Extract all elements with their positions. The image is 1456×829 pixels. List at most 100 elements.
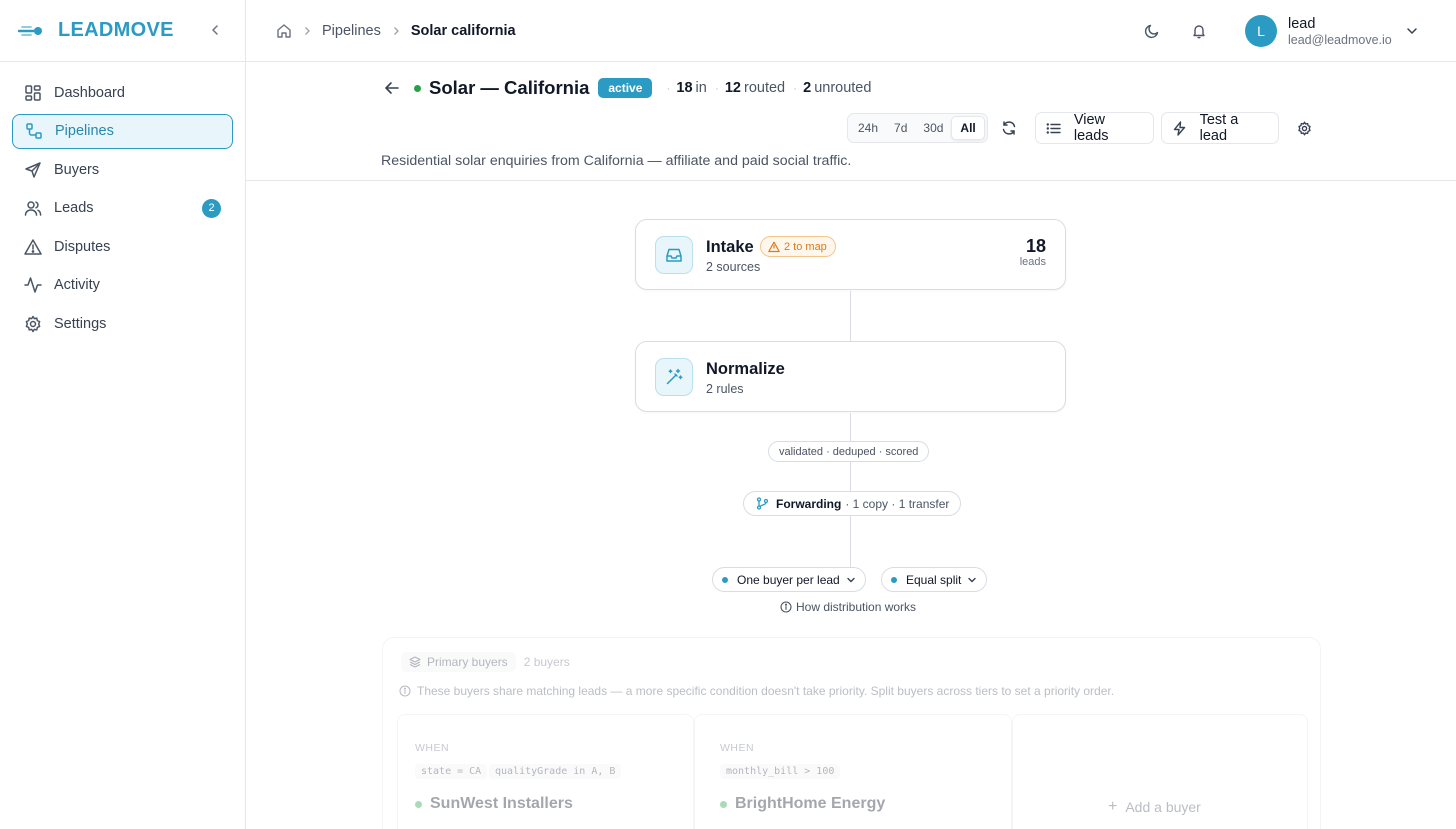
- chevron-right-icon: [302, 26, 312, 36]
- home-icon[interactable]: [276, 23, 292, 39]
- stat-in: 18 in: [676, 80, 706, 96]
- distribution-mode-select[interactable]: One buyer per lead: [712, 567, 866, 592]
- stat-in-label: in: [695, 80, 707, 96]
- user-menu[interactable]: L lead lead@leadmove.io: [1245, 15, 1418, 47]
- connector-line: [850, 413, 851, 442]
- primary-buyers-tag: Primary buyers: [401, 652, 516, 672]
- sidebar-item-activity[interactable]: Activity: [12, 268, 233, 303]
- normalize-node[interactable]: Normalize 2 rules: [635, 341, 1066, 412]
- user-email: lead@leadmove.io: [1288, 32, 1392, 47]
- stat-separator: ·: [714, 81, 719, 95]
- notifications-bell-icon[interactable]: [1188, 20, 1210, 42]
- connector-line: [850, 462, 851, 492]
- sidebar-item-buyers[interactable]: Buyers: [12, 152, 233, 187]
- stat-separator: ·: [666, 81, 671, 95]
- sidebar-item-label: Disputes: [54, 238, 111, 255]
- forwarding-label: Forwarding: [776, 496, 842, 511]
- normalize-subtitle: 2 rules: [706, 382, 744, 396]
- stage-chip: validated · deduped · scored: [768, 441, 930, 462]
- stat-routed: 12 routed: [725, 80, 785, 96]
- sidebar-item-label: Dashboard: [54, 84, 125, 101]
- sidebar-item-pipelines[interactable]: Pipelines: [12, 113, 233, 149]
- back-arrow-icon[interactable]: [382, 78, 402, 98]
- condition-chip: monthly_bill > 100: [720, 764, 841, 779]
- time-range-selector: 24h 7d 30d All: [847, 113, 988, 143]
- buyers-count: 2 buyers: [523, 655, 570, 669]
- inbox-icon: [655, 236, 693, 274]
- sidebar-item-settings[interactable]: Settings: [12, 306, 233, 341]
- brand: LEADMOVE: [0, 0, 245, 62]
- intake-node[interactable]: Intake 2 to map 2 sources 18 leads: [635, 219, 1066, 290]
- forwarding-chip[interactable]: Forwarding · 1 copy · 1 transfer: [743, 491, 962, 516]
- how-distribution-works-link[interactable]: How distribution works: [780, 600, 916, 614]
- sidebar-nav: Dashboard Pipelines Buyers Leads 2 Dispu…: [0, 62, 245, 358]
- pipeline-header: Solar — California active · 18 in · 12 rou…: [246, 62, 1456, 181]
- range-30d[interactable]: 30d: [915, 116, 951, 140]
- sidebar-item-label: Buyers: [54, 161, 100, 178]
- sidebar-item-disputes[interactable]: Disputes: [12, 229, 233, 264]
- condition-chip: qualityGrade in A, B: [489, 764, 622, 779]
- breadcrumb-pipelines-link[interactable]: Pipelines: [322, 23, 381, 39]
- range-24h[interactable]: 24h: [850, 116, 886, 140]
- range-all[interactable]: All: [951, 116, 985, 140]
- normalize-title: Normalize: [706, 360, 785, 378]
- activity-icon: [23, 275, 43, 295]
- collapse-sidebar-icon[interactable]: [205, 20, 225, 40]
- chevron-right-icon: [391, 26, 401, 36]
- split-mode-select[interactable]: Equal split: [881, 567, 988, 592]
- avatar: L: [1245, 15, 1277, 47]
- stat-routed-label: routed: [743, 80, 786, 96]
- buyer-status-dot: [415, 800, 422, 808]
- gear-icon: [23, 314, 43, 334]
- stat-routed-value: 12: [724, 80, 741, 96]
- buyer-status-dot: [720, 800, 727, 808]
- add-buyer-label: Add a buyer: [1125, 799, 1201, 815]
- range-7d[interactable]: 7d: [886, 116, 915, 140]
- pipeline-flow-canvas: Intake 2 to map 2 sources 18 leads Norma…: [246, 181, 1456, 829]
- pipelines-icon: [24, 121, 44, 141]
- stat-unrouted-value: 2: [803, 80, 812, 96]
- title-row: Solar — California active · 18 in · 12 rou…: [382, 77, 877, 98]
- buyers-note: These buyers share matching leads — a mo…: [399, 684, 1114, 698]
- when-label: WHEN: [720, 742, 755, 754]
- chevron-down-icon: [1406, 25, 1418, 37]
- sidebar-item-label: Pipelines: [55, 123, 114, 139]
- add-buyer-button[interactable]: + Add a buyer: [1108, 798, 1201, 816]
- refresh-icon[interactable]: [998, 117, 1020, 139]
- user-name: lead: [1288, 15, 1316, 32]
- buyers-note-text: These buyers share matching leads — a mo…: [417, 684, 1115, 698]
- dashboard-icon: [23, 83, 43, 103]
- test-lead-label: Test a lead: [1199, 112, 1239, 144]
- sidebar-item-leads[interactable]: Leads 2: [12, 191, 233, 226]
- plus-icon: +: [1108, 798, 1118, 815]
- intake-title: Intake: [706, 238, 754, 256]
- brand-name: LEADMOVE: [58, 19, 174, 41]
- sidebar: LEADMOVE Dashboard Pipelines Buyers Lead…: [0, 0, 246, 829]
- breadcrumb: Pipelines Solar california: [276, 23, 516, 39]
- unmapped-warning-badge[interactable]: 2 to map: [760, 236, 836, 257]
- how-label: How distribution works: [796, 600, 917, 614]
- page-title: Solar — California: [429, 77, 590, 98]
- stat-unrouted: 2 unrouted: [803, 80, 871, 96]
- distribution-mode-value: One buyer per lead: [737, 572, 840, 587]
- condition-chip: state = CA: [415, 764, 488, 779]
- test-lead-button[interactable]: Test a lead: [1161, 112, 1279, 144]
- topbar: Pipelines Solar california L lead lead@l…: [246, 0, 1456, 62]
- leads-count-badge: 2: [202, 198, 221, 218]
- view-leads-button[interactable]: View leads: [1035, 112, 1154, 144]
- mode-dot: [722, 576, 728, 583]
- stat-in-value: 18: [676, 80, 693, 96]
- dark-mode-moon-icon[interactable]: [1141, 20, 1163, 42]
- intake-count-value: 18: [1025, 236, 1046, 256]
- buyer-name-label: BrightHome Energy: [735, 795, 886, 812]
- leadmove-logo-icon: [18, 25, 42, 36]
- intake-subtitle: 2 sources: [706, 260, 761, 274]
- primary-buyers-label: Primary buyers: [427, 655, 508, 669]
- status-dot: [414, 84, 421, 92]
- buyers-panel-header: Primary buyers 2 buyers: [401, 652, 570, 672]
- pipeline-settings-gear-icon[interactable]: [1294, 118, 1314, 138]
- primary-buyers-panel: Primary buyers 2 buyers These buyers sha…: [382, 637, 1321, 829]
- sidebar-item-dashboard[interactable]: Dashboard: [12, 75, 233, 110]
- magic-wand-icon: [655, 358, 693, 396]
- send-icon: [23, 160, 43, 180]
